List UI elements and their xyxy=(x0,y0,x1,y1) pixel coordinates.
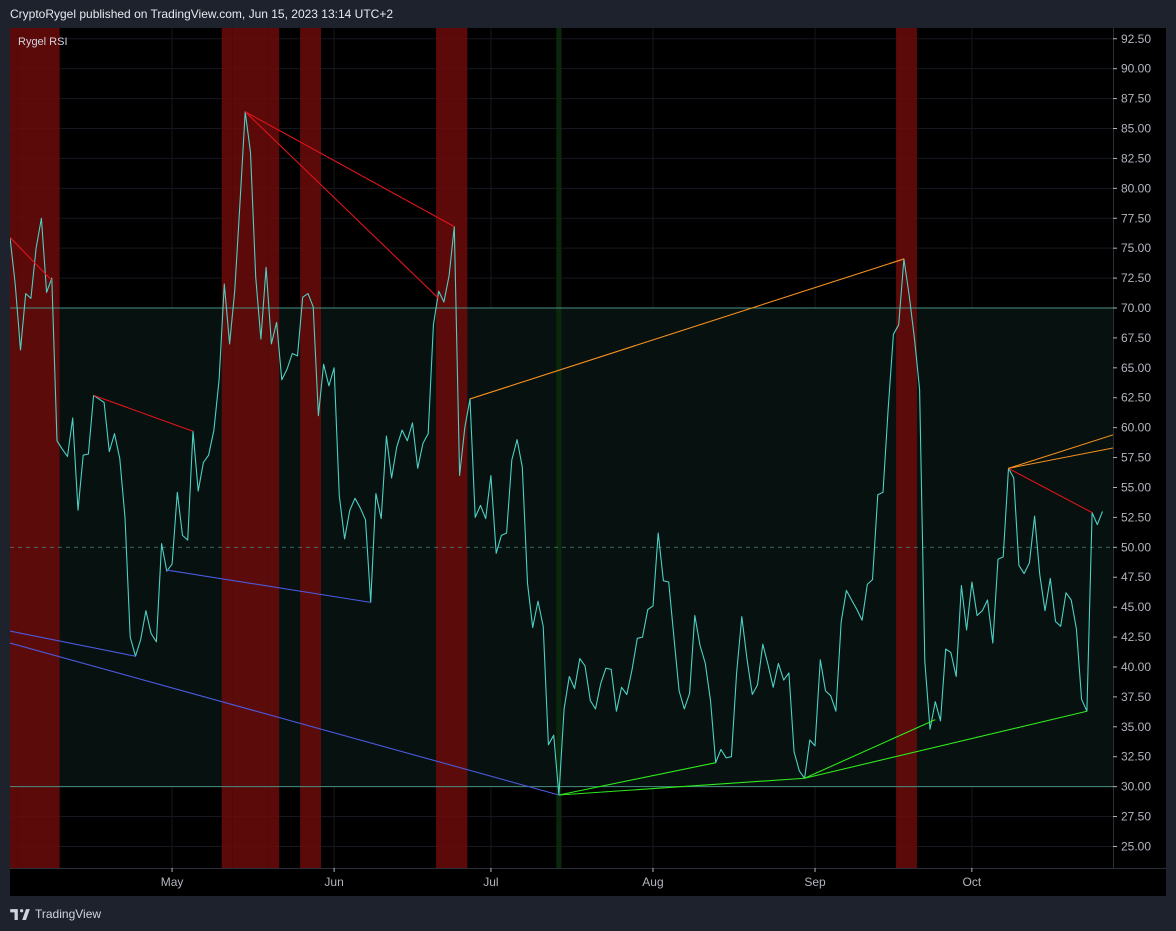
overbought-zone xyxy=(17,28,60,868)
x-tick-label: May xyxy=(161,875,184,889)
y-tick-label: 27.50 xyxy=(1121,810,1151,824)
y-tick-label: 87.50 xyxy=(1121,92,1151,106)
overbought-zone xyxy=(300,28,322,868)
x-tick-label: Sep xyxy=(804,875,826,889)
publish-header: CryptoRygel published on TradingView.com… xyxy=(10,7,394,21)
y-tick-label: 40.00 xyxy=(1121,660,1151,674)
y-tick-label: 85.00 xyxy=(1121,122,1151,136)
y-tick-label: 90.00 xyxy=(1121,62,1151,76)
x-tick-label: Aug xyxy=(642,875,663,889)
y-tick-label: 80.00 xyxy=(1121,181,1151,195)
y-tick-label: 75.00 xyxy=(1121,241,1151,255)
y-tick-label: 25.00 xyxy=(1121,839,1151,853)
indicator-title[interactable]: Rygel RSI xyxy=(18,36,68,48)
overbought-zone xyxy=(221,28,233,868)
y-tick-label: 67.50 xyxy=(1121,331,1151,345)
y-tick-label: 35.00 xyxy=(1121,720,1151,734)
y-tick-label: 45.00 xyxy=(1121,600,1151,614)
y-tick-label: 55.00 xyxy=(1121,480,1151,494)
y-tick-label: 82.50 xyxy=(1121,151,1151,165)
x-tick-label: Oct xyxy=(963,875,982,889)
y-tick-label: 60.00 xyxy=(1121,421,1151,435)
tradingview-logo-icon[interactable] xyxy=(10,908,30,920)
y-tick-label: 65.00 xyxy=(1121,361,1151,375)
y-tick-label: 42.50 xyxy=(1121,630,1151,644)
x-tick-label: Jun xyxy=(324,875,343,889)
y-tick-label: 62.50 xyxy=(1121,391,1151,405)
y-tick-label: 92.50 xyxy=(1121,32,1151,46)
y-tick-label: 77.50 xyxy=(1121,211,1151,225)
y-tick-label: 32.50 xyxy=(1121,750,1151,764)
x-tick-label: Jul xyxy=(483,875,498,889)
overbought-zone xyxy=(268,28,280,868)
chart-frame[interactable]: 25.00 27.50 30.00 32.50 35.00 37.50 40.00 42.50… xyxy=(10,28,1166,896)
rsi-chart[interactable]: 25.00 27.50 30.00 32.50 35.00 37.50 40.00 42.50… xyxy=(10,28,1166,896)
footer: TradingView xyxy=(10,905,101,923)
y-tick-label: 47.50 xyxy=(1121,570,1151,584)
y-tick-label: 70.00 xyxy=(1121,301,1151,315)
oversold-zone xyxy=(556,28,562,868)
overbought-zone xyxy=(10,28,18,868)
overbought-zone xyxy=(896,28,917,868)
y-tick-label: 57.50 xyxy=(1121,451,1151,465)
y-tick-label: 50.00 xyxy=(1121,540,1151,554)
y-tick-label: 37.50 xyxy=(1121,690,1151,704)
y-tick-label: 52.50 xyxy=(1121,510,1151,524)
footer-brand[interactable]: TradingView xyxy=(35,907,101,921)
y-tick-label: 30.00 xyxy=(1121,780,1151,794)
y-tick-label: 72.50 xyxy=(1121,271,1151,285)
